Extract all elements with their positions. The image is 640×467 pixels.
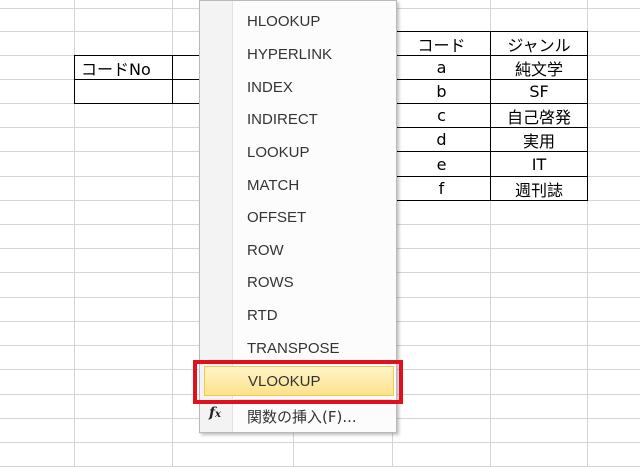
menu-item-hyperlink[interactable]: HYPERLINK [234, 39, 394, 69]
result-cell[interactable] [172, 79, 202, 104]
code-no-header-cell[interactable]: コードNo [74, 55, 173, 80]
code-cell[interactable]: d [392, 127, 491, 152]
menu-item-row[interactable]: ROW [234, 235, 394, 265]
fx-icon: fx [209, 405, 221, 421]
code-cell[interactable]: c [392, 103, 491, 128]
menu-item-lookup[interactable]: LOOKUP [234, 137, 394, 167]
insert-function-item[interactable]: 関数の挿入(F)... [247, 406, 357, 427]
code-cell[interactable]: e [392, 151, 491, 177]
menu-item-indirect[interactable]: INDIRECT [234, 104, 394, 134]
code-no-input-cell[interactable] [74, 79, 173, 104]
menu-item-transpose[interactable]: TRANSPOSE [234, 333, 394, 363]
menu-item-offset[interactable]: OFFSET [234, 202, 394, 232]
code-cell[interactable]: f [392, 176, 491, 201]
menu-item-match[interactable]: MATCH [234, 170, 394, 200]
code-cell[interactable]: a [392, 55, 491, 80]
code-cell[interactable]: b [392, 79, 491, 104]
highlight-annotation-box [193, 360, 403, 404]
genre-cell[interactable]: SF [490, 79, 588, 104]
menu-item-hlookup[interactable]: HLOOKUP [234, 6, 394, 36]
code-header-cell[interactable]: コード [392, 31, 491, 56]
menu-item-rtd[interactable]: RTD [234, 300, 394, 330]
genre-cell[interactable]: 自己啓発 [490, 103, 588, 128]
genre-cell[interactable]: 純文学 [490, 55, 588, 80]
genre-cell[interactable]: IT [490, 151, 588, 177]
menu-item-index[interactable]: INDEX [234, 72, 394, 102]
genre-cell[interactable]: 実用 [490, 127, 588, 152]
genre-cell[interactable]: 週刊誌 [490, 176, 588, 201]
code-no-value-cell[interactable] [172, 55, 202, 80]
menu-item-rows[interactable]: ROWS [234, 267, 394, 297]
genre-header-cell[interactable]: ジャンル [490, 31, 588, 56]
row-gridline [0, 442, 640, 443]
